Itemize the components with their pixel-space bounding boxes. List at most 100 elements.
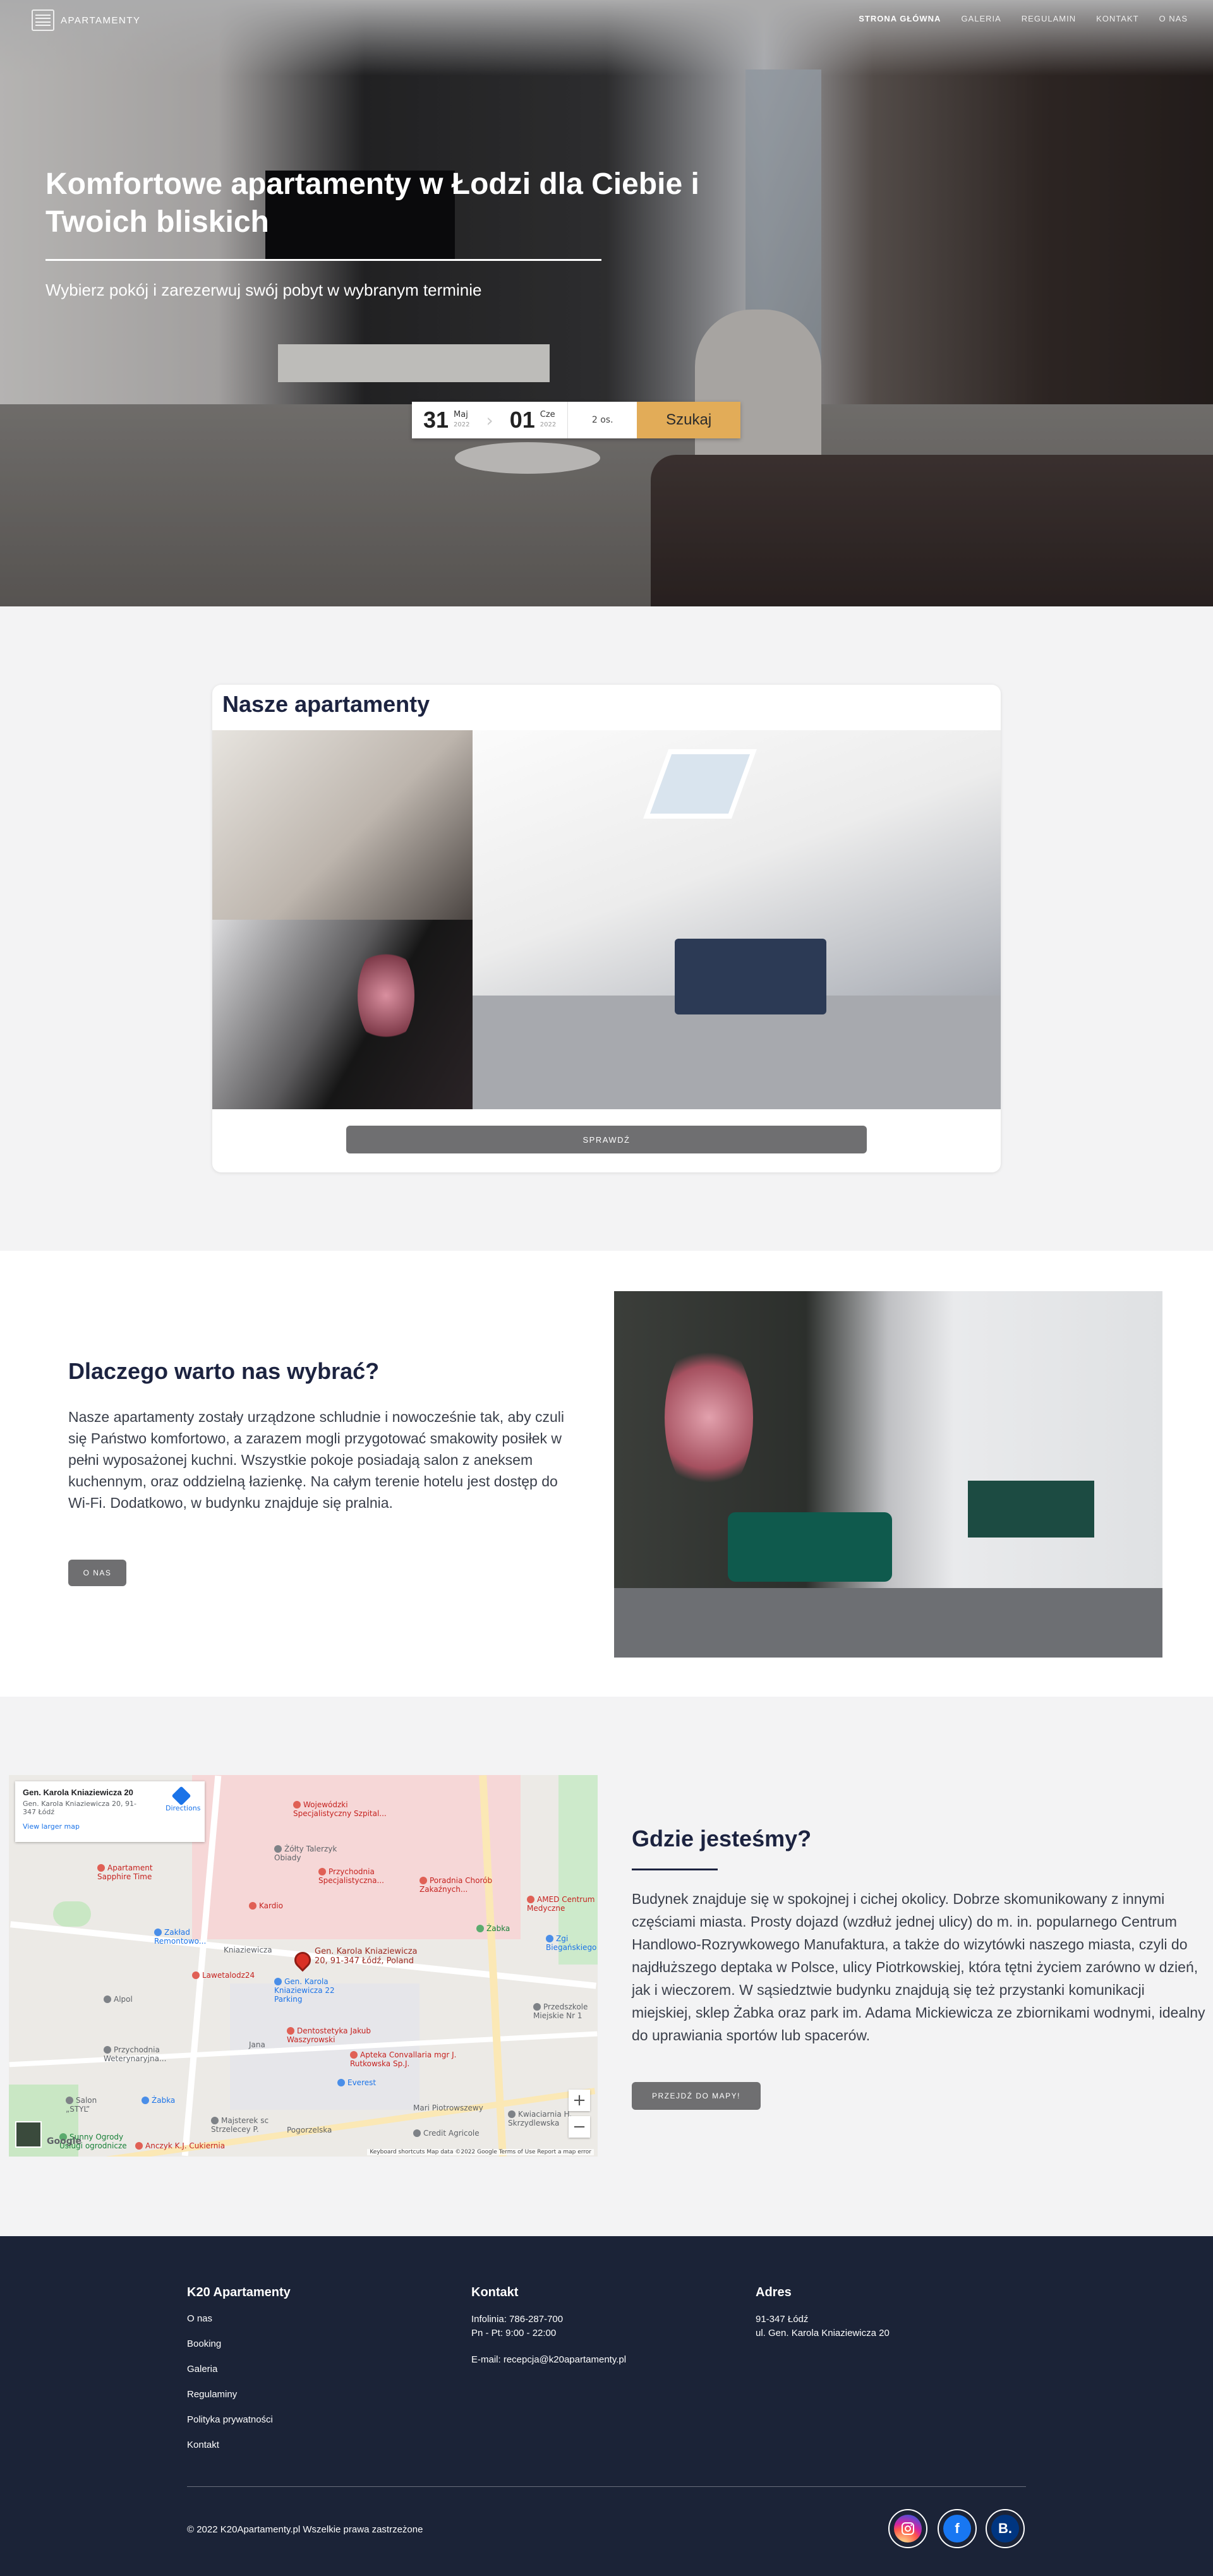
map-poi[interactable]: Żabka (476, 1924, 521, 1933)
footer-link-gallery[interactable]: Galeria (187, 2363, 291, 2376)
map-poi-label: Zakład Remontowo... (154, 1928, 207, 1946)
check-apartments-button[interactable]: SPRAWDŹ (346, 1126, 867, 1153)
footer-link-rules[interactable]: Regulaminy (187, 2388, 291, 2401)
directions-icon (171, 1786, 191, 1806)
zoom-out-button[interactable]: − (569, 2116, 590, 2138)
zoom-in-button[interactable]: + (569, 2090, 590, 2111)
menu-item-rules[interactable]: REGULAMIN (1022, 14, 1076, 23)
checkout-month-year: Cze 2022 (540, 410, 556, 430)
menu-item-about[interactable]: O NAS (1159, 14, 1188, 23)
map-poi[interactable]: Kwiaciarnia H. Skrzydlewska (508, 2110, 577, 2128)
map-poi-label: Poradnia Chorób Zakaźnych... (419, 1876, 493, 1894)
photo-green-sofa (728, 1512, 892, 1582)
map-poi[interactable]: Przychodnia Weterynaryjna... (104, 2045, 186, 2063)
map-poi[interactable]: Zakład Remontowo... (154, 1928, 224, 1946)
photo-bed (675, 939, 826, 1014)
map-poi[interactable]: Przychodnia Specjalistyczna... (318, 1867, 407, 1885)
checkin-year: 2022 (454, 421, 470, 428)
footer-link-contact[interactable]: Kontakt (187, 2439, 291, 2452)
booking-link[interactable]: B. (986, 2509, 1025, 2548)
bakery-icon (135, 2142, 143, 2150)
map-poi-label: Anczyk K.J. Cukiernia (145, 2141, 226, 2150)
map-poi[interactable]: Gen. Karola Kniaziewicza 22 Parking (274, 1977, 363, 2004)
map-layer-toggle[interactable] (15, 2121, 42, 2148)
map-poi[interactable]: Przedszkole Miejskie Nr 1 (533, 2002, 596, 2020)
shop-icon (142, 2097, 149, 2104)
map-poi[interactable]: Anczyk K.J. Cukiernia (135, 2141, 243, 2150)
map-poi[interactable]: Salon „STYL” (66, 2096, 123, 2114)
map-poi[interactable]: Żółty Talerzyk Obiady (274, 1845, 363, 1862)
shop-icon (476, 1925, 484, 1932)
map-poi[interactable]: Everest (337, 2078, 388, 2087)
top-nav: APARTAMENTY STRONA GŁÓWNA GALERIA REGULA… (0, 0, 1213, 40)
vet-icon (104, 2046, 111, 2054)
search-button[interactable]: Szukaj (637, 402, 741, 438)
map-poi-label: Everest (347, 2078, 377, 2087)
gallery-photo-bathroom[interactable] (212, 920, 473, 1109)
footer-col1-title: K20 Apartamenty (187, 2285, 291, 2299)
map-poi[interactable]: Lawetalodz24 (192, 1971, 281, 1980)
checkin-day: 31 (423, 407, 449, 433)
map-poi[interactable]: Żabka (142, 2096, 186, 2105)
map-poi-label: Kardio (259, 1901, 284, 1910)
gallery-photo-attic-room[interactable] (473, 730, 1001, 1109)
location-text: Budynek znajduje się w spokojnej i ciche… (632, 1891, 1205, 2043)
hero-divider (45, 259, 601, 261)
location-divider (632, 1869, 718, 1870)
map-poi[interactable]: Alpol (104, 1995, 154, 2004)
map-info-card: Gen. Karola Kniaziewicza 20 Gen. Karola … (15, 1781, 205, 1842)
salon-icon (66, 2097, 73, 2104)
map-poi[interactable]: Apartament Sapphire Time (97, 1863, 160, 1881)
flower-shop-icon (508, 2110, 516, 2118)
checkout-date-picker[interactable]: 01 Cze 2022 (498, 402, 568, 438)
map-street-label: Pogorzelska (287, 2126, 332, 2134)
guests-select[interactable]: 2 os. (567, 402, 637, 438)
parking-icon (274, 1978, 282, 1985)
map-poi[interactable]: Poradnia Chorób Zakaźnych... (419, 1876, 502, 1894)
photo-skylight (643, 749, 757, 819)
map-attribution[interactable]: Keyboard shortcuts Map data ©2022 Google… (367, 2149, 594, 2155)
photo-flamingo-wallpaper (665, 1335, 753, 1500)
map-poi-label: Dentostetyka Jakub Waszyrowski (287, 2026, 371, 2044)
view-larger-map-link[interactable]: View larger map (23, 1822, 197, 1831)
brand-link[interactable]: APARTAMENTY (32, 9, 141, 32)
shop-icon (104, 1995, 111, 2003)
map-poi-label: Przychodnia Specjalistyczna... (318, 1867, 384, 1885)
map-poi[interactable]: Dentostetyka Jakub Waszyrowski (287, 2026, 382, 2044)
go-to-map-button[interactable]: PRZEJDŹ DO MAPY! (632, 2082, 761, 2110)
map-poi-label: AMED Centrum Medyczne (527, 1895, 595, 1913)
restaurant-icon (274, 1845, 282, 1853)
location-section: Wojewódzki Specjalistyczny Szpital... Żó… (0, 1697, 1213, 2236)
map-poi[interactable]: Kardio (249, 1901, 299, 1910)
menu-item-contact[interactable]: KONTAKT (1096, 14, 1138, 23)
footer-phone[interactable]: Infolinia: 786-287-700 (471, 2313, 626, 2326)
footer-link-booking[interactable]: Booking (187, 2338, 291, 2350)
map-poi[interactable]: Zgi Biegańskiego (546, 1934, 596, 1952)
about-us-button[interactable]: O NAS (68, 1560, 126, 1586)
map-street-label: Kniaziewicza (224, 1946, 272, 1954)
map-poi[interactable]: Apteka Convallaria mgr J. Rutkowska Sp.J… (350, 2050, 457, 2068)
hotel-icon (97, 1864, 105, 1872)
footer-link-about[interactable]: O nas (187, 2313, 291, 2325)
location-title: Gdzie jesteśmy? (632, 1826, 812, 1851)
hospital-icon (293, 1801, 301, 1809)
map-poi[interactable]: Wojewódzki Specjalistyczny Szpital... (293, 1800, 401, 1818)
google-map[interactable]: Wojewódzki Specjalistyczny Szpital... Żó… (9, 1775, 598, 2157)
footer-copyright: © 2022 K20Apartamenty.pl Wszelkie prawa … (187, 2524, 423, 2535)
directions-button[interactable]: Directions (166, 1786, 200, 1812)
instagram-link[interactable] (888, 2509, 927, 2548)
map-poi[interactable]: AMED Centrum Medyczne (527, 1895, 596, 1913)
checkout-month: Cze (540, 410, 555, 419)
why-us-title: Dlaczego warto nas wybrać? (68, 1358, 380, 1384)
map-poi-label: Przedszkole Miejskie Nr 1 (533, 2002, 588, 2020)
map-poi[interactable]: Majsterek sc Strzelecey P. (211, 2116, 281, 2134)
gallery-photo-bedroom[interactable] (212, 730, 473, 920)
footer-email[interactable]: E-mail: recepcja@k20apartamenty.pl (471, 2353, 626, 2367)
menu-item-gallery[interactable]: GALERIA (961, 14, 1001, 23)
map-poi[interactable]: Credit Agricole (413, 2129, 483, 2138)
footer-link-privacy[interactable]: Polityka prywatności (187, 2414, 291, 2426)
facebook-link[interactable]: f (938, 2509, 977, 2548)
menu-item-home[interactable]: STRONA GŁÓWNA (859, 14, 941, 23)
photo-floor (614, 1588, 1162, 1658)
checkin-date-picker[interactable]: 31 Maj 2022 (412, 402, 481, 438)
